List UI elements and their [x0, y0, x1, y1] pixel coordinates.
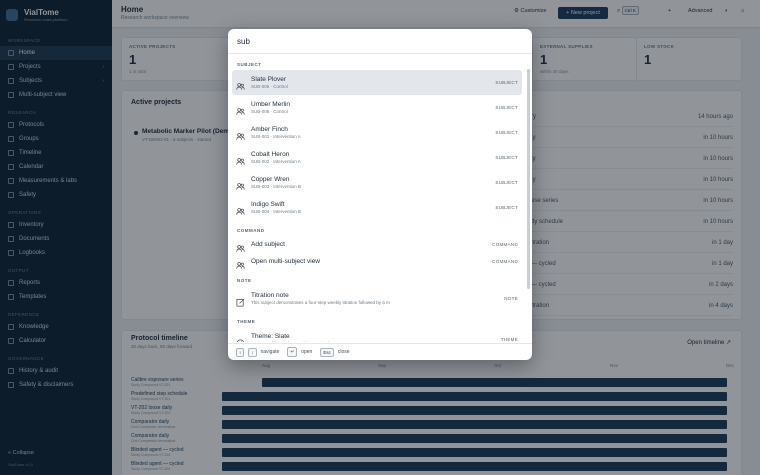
palette-result-item[interactable]: Umber Merlin SUB-006 · Control SUBJECT: [232, 95, 522, 120]
palette-result-text: Add subject: [251, 241, 486, 248]
palette-result-kind: SUBJECT: [495, 105, 518, 110]
open-hint: open: [301, 349, 313, 355]
key-esc: Esc: [320, 347, 334, 357]
palette-result-text: Amber Finch SUB-001 · Intervention A: [251, 126, 489, 139]
palette-result-title: Umber Merlin: [251, 101, 291, 108]
palette-result-text: Theme: SlateCool grey-blue surfaces with…: [251, 333, 495, 342]
command-palette: SUBJECT Slate PloverSUB-005 · Control SUBJ…: [228, 29, 532, 360]
palette-result-title: Add subject: [251, 241, 285, 248]
palette-result-text: Umber Merlin SUB-006 · Control: [251, 101, 489, 114]
palette-result-text: Cobalt Heron SUB-002 · Intervention A: [251, 151, 489, 164]
palette-result-title: Copper Wren: [251, 176, 290, 183]
palette-result-item[interactable]: Slate Plover SUB-005 · Control SUBJECT: [232, 70, 522, 95]
palette-group-label: COMMAND: [237, 228, 265, 233]
palette-result-title: Amber Finch: [251, 126, 288, 133]
palette-result-kind: THEME: [500, 337, 518, 342]
palette-result-subtitle: SUB-002 · Intervention A: [251, 159, 301, 164]
palette-result-item[interactable]: Theme: SlateCool grey-blue surfaces with…: [232, 327, 522, 342]
palette-result-subtitle: SUB-006 · Control: [251, 109, 288, 114]
palette-result-item[interactable]: Titration note This subject demonstrates …: [232, 286, 522, 311]
palette-result-item[interactable]: Cobalt Heron SUB-002 · Intervention A SUBJ…: [232, 145, 522, 170]
palette-scrollbar[interactable]: [527, 69, 530, 289]
note-icon: [236, 294, 245, 307]
palette-result-item[interactable]: Indigo Swift SUB-004 · Intervention B SUBJ…: [232, 195, 522, 220]
palette-result-item[interactable]: Open multi-subject view COMMAND: [232, 253, 522, 270]
palette-footer: ↑ ↓ navigate ↵ open Esc close: [228, 343, 532, 360]
palette-result-title: Titration note: [251, 292, 289, 299]
palette-result-title: Open multi-subject view: [251, 258, 320, 265]
palette-result-title: Cobalt Heron: [251, 151, 290, 158]
palette-result-item[interactable]: Copper Wren SUB-003 · Intervention B SUBJE…: [232, 170, 522, 195]
users-icon: [236, 240, 245, 252]
palette-result-subtitle: SUB-005 · Control: [251, 84, 288, 89]
palette-group-label: NOTE: [237, 278, 252, 283]
navigate-hint: navigate: [260, 349, 280, 355]
palette-icon: [236, 335, 245, 342]
palette-result-kind: SUBJECT: [495, 205, 518, 210]
users-icon: [236, 203, 245, 215]
palette-results[interactable]: SUBJECT Slate Plover SUB-005 · Control SUBJ…: [228, 54, 526, 342]
palette-result-text: Open multi-subject view: [251, 258, 486, 265]
key-up: ↑: [236, 347, 245, 357]
palette-result-kind: SUBJECT: [495, 80, 518, 85]
key-enter: ↵: [287, 347, 298, 357]
users-icon: [236, 257, 245, 269]
palette-result-kind: COMMAND: [492, 242, 518, 247]
users-icon: [236, 128, 245, 140]
users-icon: [236, 178, 245, 190]
palette-result-subtitle: SUB-004 · Intervention B: [251, 209, 302, 214]
palette-result-kind: SUBJECT: [495, 155, 518, 160]
palette-group-label: THEME: [237, 319, 256, 324]
palette-result-text: Copper Wren SUB-003 · Intervention B: [251, 176, 489, 189]
close-hint: close: [337, 349, 350, 355]
palette-result-text: Titration note This subject demonstrates …: [251, 292, 498, 305]
palette-result-title: Indigo Swift: [251, 201, 285, 208]
key-down: ↓: [248, 347, 257, 357]
palette-result-title: Slate Plover: [251, 76, 287, 83]
users-icon: [236, 103, 245, 115]
palette-result-subtitle: SUB-003 · Intervention B: [251, 184, 302, 189]
palette-result-text: Indigo Swift SUB-004 · Intervention B: [251, 201, 489, 214]
palette-result-subtitle: SUB-001 · Intervention A: [251, 134, 301, 139]
users-icon: [236, 78, 245, 90]
palette-result-text: Slate Plover SUB-005 · Control: [251, 76, 489, 89]
palette-result-item[interactable]: Add subject COMMAND: [232, 236, 522, 253]
palette-result-title: Theme: Slate: [251, 333, 290, 340]
users-icon: [236, 153, 245, 165]
palette-result-item[interactable]: Amber Finch SUB-001 · Intervention A SUBJE…: [232, 120, 522, 145]
palette-result-kind: SUBJECT: [495, 180, 518, 185]
palette-result-subtitle: This subject demonstrates a four-step we…: [251, 300, 390, 305]
app-root: VialTome Research notes platform WORKSPA…: [0, 0, 760, 475]
palette-result-kind: NOTE: [504, 296, 518, 301]
palette-result-subtitle: Cool grey-blue surfaces with restrained …: [251, 341, 495, 342]
palette-search-bar: [228, 29, 532, 54]
palette-search-input[interactable]: [237, 36, 523, 46]
palette-result-kind: COMMAND: [492, 259, 518, 264]
palette-group-label: SUBJECT: [237, 62, 262, 67]
palette-result-kind: SUBJECT: [495, 130, 518, 135]
